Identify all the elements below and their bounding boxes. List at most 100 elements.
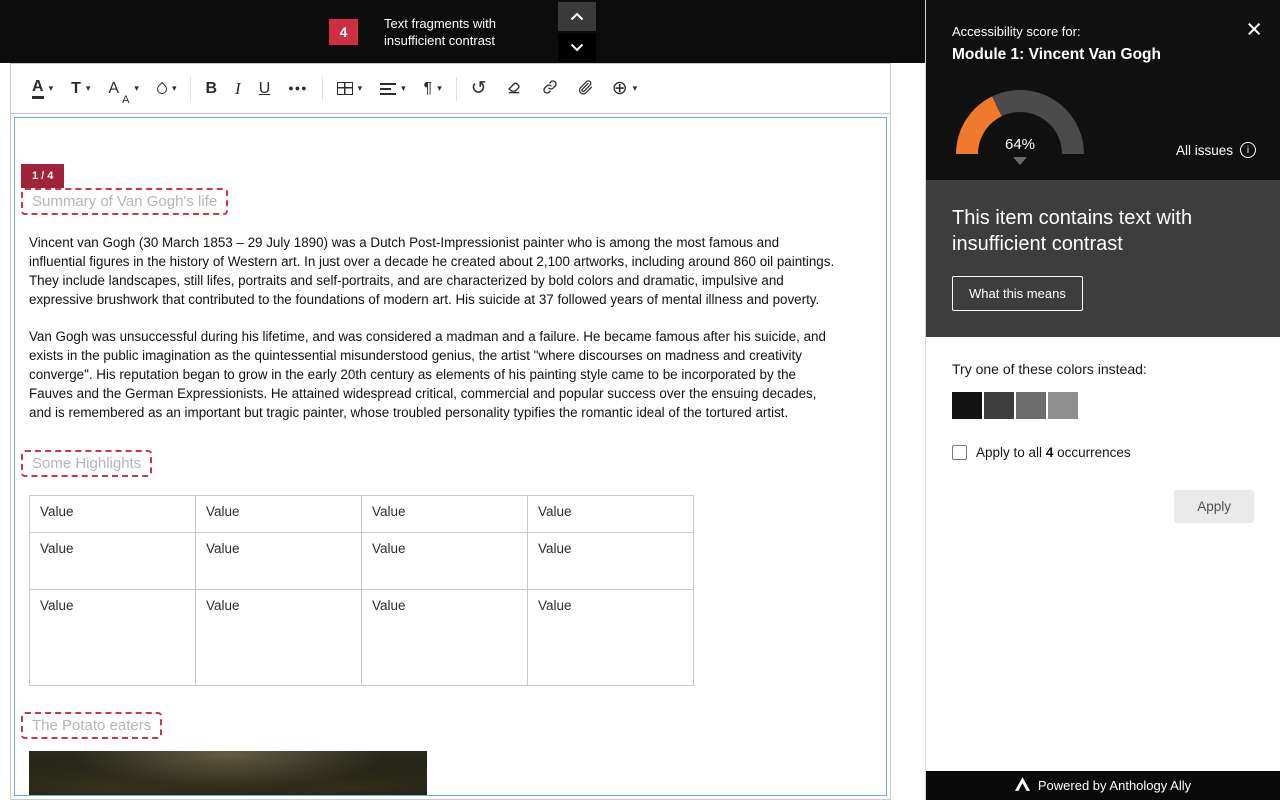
color-swatches (952, 392, 1254, 419)
all-issues-link[interactable]: All issues i (1176, 142, 1256, 158)
table-row: Value Value Value Value (30, 590, 694, 686)
eraser-icon (505, 78, 523, 99)
module-title: Module 1: Vincent Van Gogh (952, 46, 1254, 64)
clear-formatting-button[interactable] (496, 72, 532, 106)
previous-issue-button[interactable] (558, 2, 596, 31)
issue-count-badge: 4 (329, 19, 358, 45)
apply-all-checkbox[interactable] (952, 445, 967, 460)
paragraph-van-gogh-legacy: Van Gogh was unsuccessful during his lif… (29, 327, 835, 422)
chevron-down-icon (570, 40, 584, 55)
align-left-icon (380, 83, 396, 95)
highlights-table: Value Value Value Value Value Value Valu… (29, 495, 694, 686)
chevron-down-icon: ▾ (358, 83, 363, 94)
apply-to-all-row: Apply to all 4 occurrences (952, 445, 1254, 460)
low-contrast-heading-summary[interactable]: Summary of Van Gogh's life (21, 188, 228, 215)
what-this-means-button[interactable]: What this means (952, 276, 1083, 311)
issue-type-label: Text fragments with insufficient contras… (384, 15, 496, 49)
link-icon (541, 78, 559, 99)
alignment-button[interactable]: ▾ (371, 72, 415, 106)
issue-label-line1: Text fragments with (384, 15, 496, 32)
table-cell[interactable]: Value (362, 533, 528, 590)
bold-icon: B (205, 81, 217, 97)
ink-droplet-icon (155, 81, 169, 95)
font-size-button[interactable]: A A ▾ (99, 72, 148, 106)
chevron-down-icon: ▾ (134, 83, 139, 94)
next-issue-button[interactable] (558, 33, 596, 62)
table-cell[interactable]: Value (30, 496, 196, 533)
font-size-icon-small: A (122, 95, 129, 106)
chevron-down-icon: ▾ (172, 83, 177, 94)
color-swatch-3[interactable] (1016, 392, 1046, 419)
bold-button[interactable]: B (196, 72, 226, 106)
info-icon: i (1240, 142, 1256, 158)
insert-content-button[interactable]: ⊕ ▾ (603, 72, 646, 106)
font-size-icon: A (108, 81, 119, 97)
pilcrow-icon: ¶ (424, 81, 433, 97)
accessibility-score-gauge: 64% (956, 90, 1084, 165)
panel-header: Accessibility score for: Module 1: Vince… (926, 0, 1280, 180)
table-row: Value Value Value Value (30, 533, 694, 590)
close-panel-button[interactable]: × (1246, 16, 1262, 43)
paragraph-direction-button[interactable]: ¶ ▾ (415, 72, 451, 106)
apply-button[interactable]: Apply (1174, 490, 1254, 523)
table-cell[interactable]: Value (196, 590, 362, 686)
italic-button[interactable]: I (226, 72, 250, 106)
chevron-down-icon: ▾ (86, 83, 91, 94)
table-cell[interactable]: Value (30, 533, 196, 590)
table-cell[interactable]: Value (528, 496, 694, 533)
table-cell[interactable]: Value (528, 590, 694, 686)
table-cell[interactable]: Value (30, 590, 196, 686)
chevron-down-icon: ▾ (49, 83, 54, 94)
paperclip-icon (577, 79, 594, 99)
ellipsis-icon: ●●● (288, 84, 307, 93)
apply-all-label: Apply to all 4 occurrences (976, 445, 1131, 460)
potato-eaters-painting-image (29, 751, 427, 796)
accessibility-feedback-panel: Accessibility score for: Module 1: Vince… (925, 0, 1280, 800)
table-row: Value Value Value Value (30, 496, 694, 533)
table-cell[interactable]: Value (362, 496, 528, 533)
insert-link-button[interactable] (532, 72, 568, 106)
score-for-label: Accessibility score for: (952, 24, 1254, 39)
issue-label-line2: insufficient contrast (384, 32, 496, 49)
close-icon: × (1246, 14, 1262, 44)
low-contrast-heading-highlights[interactable]: Some Highlights (21, 450, 152, 477)
table-cell[interactable]: Value (196, 533, 362, 590)
insert-table-button[interactable]: ▾ (328, 72, 372, 106)
underline-icon: U (259, 81, 271, 97)
table-cell[interactable]: Value (528, 533, 694, 590)
issue-navigation (558, 2, 596, 62)
text-style-button[interactable]: T ▾ (62, 72, 99, 106)
fragment-counter-badge: 1 / 4 (21, 164, 64, 188)
paragraph-van-gogh-bio: Vincent van Gogh (30 March 1853 – 29 Jul… (29, 233, 835, 309)
text-color-button[interactable]: A ▾ (23, 72, 62, 106)
color-swatch-1[interactable] (952, 392, 982, 419)
color-swatch-2[interactable] (984, 392, 1014, 419)
chevron-down-icon: ▾ (633, 83, 638, 94)
plus-circle-icon: ⊕ (612, 79, 628, 98)
editor-content-area[interactable]: 1 / 4 Summary of Van Gogh's life Vincent… (14, 117, 887, 796)
attach-file-button[interactable] (568, 72, 603, 106)
issue-message: This item contains text with insufficien… (952, 205, 1237, 257)
all-issues-label: All issues (1176, 143, 1233, 158)
toolbar-divider (456, 77, 457, 101)
underline-button[interactable]: U (250, 72, 280, 106)
table-cell[interactable]: Value (362, 590, 528, 686)
toolbar-divider (190, 77, 191, 101)
color-suggestion-section: Try one of these colors instead: Apply t… (926, 337, 1280, 547)
footer-text: Powered by Anthology Ally (1038, 778, 1191, 793)
issue-description-section: This item contains text with insufficien… (926, 180, 1280, 337)
anthology-ally-logo-icon (1015, 777, 1030, 794)
ally-footer: Powered by Anthology Ally (926, 771, 1280, 800)
undo-icon: ↺ (471, 79, 487, 98)
color-swatch-4[interactable] (1048, 392, 1078, 419)
low-contrast-heading-potato-eaters[interactable]: The Potato eaters (21, 712, 162, 739)
undo-button[interactable]: ↺ (462, 72, 496, 106)
rich-text-editor: A ▾ T ▾ A A ▾ ▾ B I (10, 63, 891, 800)
highlight-color-button[interactable]: ▾ (148, 72, 186, 106)
chevron-up-icon (570, 9, 584, 24)
table-cell[interactable]: Value (196, 496, 362, 533)
score-value: 64% (956, 136, 1084, 153)
contrast-issue-navigator-bar: 4 Text fragments with insufficient contr… (0, 0, 925, 63)
more-formatting-button[interactable]: ●●● (279, 72, 316, 106)
chevron-down-icon: ▾ (437, 83, 442, 94)
